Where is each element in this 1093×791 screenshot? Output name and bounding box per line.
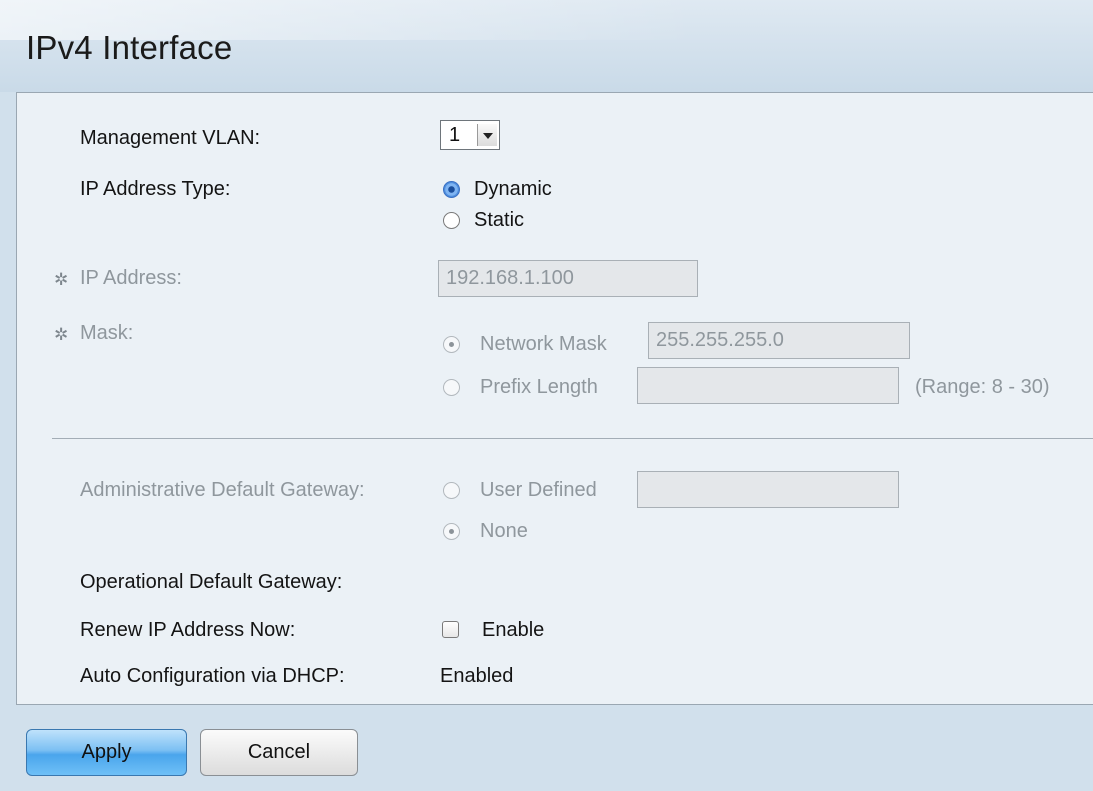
prefix-range-hint: (Range: 8 - 30): [915, 376, 1050, 398]
auto-config-value: Enabled: [440, 665, 514, 687]
ip-address-value: 192.168.1.100: [446, 267, 574, 289]
prefix-length-label[interactable]: Prefix Length: [480, 376, 598, 399]
gear-icon: ✲: [54, 325, 69, 344]
mask-network-radio[interactable]: [443, 336, 460, 353]
chevron-down-icon[interactable]: [477, 124, 497, 146]
ip-address-field[interactable]: 192.168.1.100: [438, 260, 698, 297]
admin-gateway-label: Administrative Default Gateway:: [80, 479, 365, 501]
renew-ip-enable-label[interactable]: Enable: [482, 619, 544, 642]
operational-gateway-label: Operational Default Gateway:: [80, 571, 343, 593]
network-mask-label[interactable]: Network Mask: [480, 333, 607, 356]
ip-address-label: IP Address:: [80, 267, 182, 289]
section-divider: [52, 438, 1093, 439]
user-defined-gateway-field[interactable]: [637, 471, 899, 508]
management-vlan-label: Management VLAN:: [80, 127, 261, 149]
ip-type-dynamic-radio[interactable]: [443, 181, 460, 198]
network-mask-field[interactable]: 255.255.255.0: [648, 322, 910, 359]
management-vlan-value: 1: [449, 124, 461, 146]
gateway-user-defined-radio[interactable]: [443, 482, 460, 499]
gateway-none-radio[interactable]: [443, 523, 460, 540]
header-band: IPv4 Interface: [0, 0, 1093, 92]
gear-icon: ✲: [54, 270, 69, 289]
prefix-length-field[interactable]: [637, 367, 899, 404]
ip-type-dynamic-label[interactable]: Dynamic: [474, 178, 552, 201]
gateway-none-label[interactable]: None: [480, 520, 528, 543]
cancel-button[interactable]: Cancel: [200, 729, 358, 776]
management-vlan-select[interactable]: 1: [440, 120, 500, 150]
apply-button[interactable]: Apply: [26, 729, 187, 776]
page-title: IPv4 Interface: [26, 29, 233, 66]
mask-label: Mask:: [80, 322, 134, 344]
renew-ip-checkbox[interactable]: [442, 621, 459, 638]
mask-prefix-radio[interactable]: [443, 379, 460, 396]
ip-type-static-radio[interactable]: [443, 212, 460, 229]
network-mask-value: 255.255.255.0: [656, 329, 784, 351]
renew-ip-label: Renew IP Address Now:: [80, 619, 296, 641]
auto-config-label: Auto Configuration via DHCP:: [80, 665, 345, 687]
user-defined-label[interactable]: User Defined: [480, 479, 597, 502]
ip-address-type-label: IP Address Type:: [80, 178, 231, 200]
ip-type-static-label[interactable]: Static: [474, 209, 524, 232]
